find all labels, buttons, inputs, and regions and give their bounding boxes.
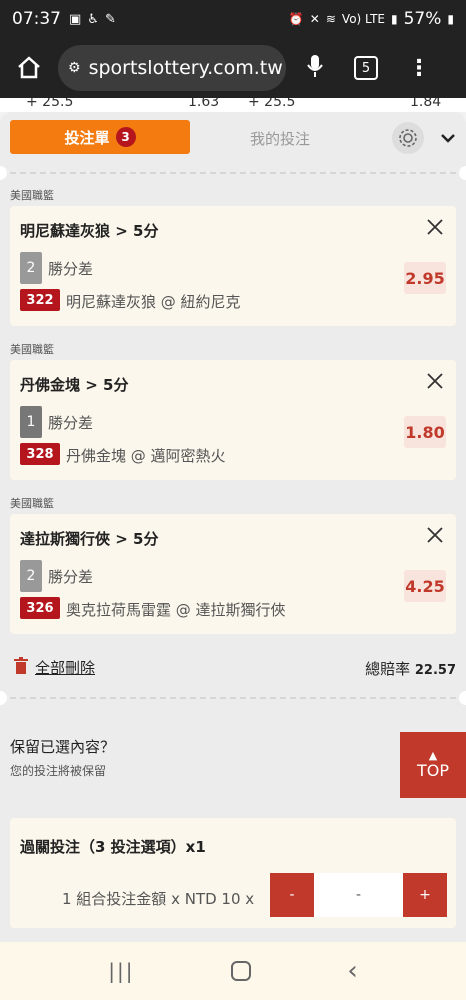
back-to-top-label: TOP	[416, 760, 449, 780]
tab-bet-slip[interactable]: 投注單 3	[10, 120, 190, 154]
keep-selections-section: 保留已選內容？ 您的投注將被保留	[0, 720, 466, 800]
match-label: 丹佛金塊 @ 邁阿密熱火	[66, 447, 226, 465]
home-button-icon[interactable]	[230, 961, 251, 981]
peek-right-value: 1.84	[410, 98, 442, 110]
parlay-amount-label: 1 組合投注金額 x NTD 10 x	[62, 890, 255, 908]
match-label: 明尼蘇達灰狼 @ 紐約尼克	[66, 293, 241, 311]
battery-percent: 57%	[403, 9, 442, 29]
peek-left-value: 1.63	[188, 98, 220, 110]
stake-stepper: - - +	[270, 873, 447, 917]
ticket-notch	[0, 691, 7, 705]
peek-right: + 25.5	[248, 98, 296, 110]
divider	[0, 697, 466, 699]
status-left-icons: ▣ ♿ ✎	[69, 12, 116, 27]
status-right: ⏰ ✕ ≋ Vo) LTE ▮ 57% ▮	[289, 9, 454, 29]
trash-icon[interactable]	[14, 657, 28, 675]
accessibility-icon: ♿	[87, 11, 99, 27]
microphone-icon[interactable]	[306, 53, 324, 83]
back-icon[interactable]: ‹	[347, 956, 357, 986]
caret-up-icon: ▲	[428, 748, 438, 762]
battery-icon: ▮	[447, 12, 454, 26]
bet-card: 達拉斯獨行俠 > 5分 2 勝分差 326 奧克拉荷馬雷霆 @ 達拉斯獨行俠 4…	[10, 514, 456, 634]
bet-card: 丹佛金塊 > 5分 1 勝分差 328 丹佛金塊 @ 邁阿密熱火 1.80	[10, 360, 456, 480]
bet-selection-title: 明尼蘇達灰狼 > 5分	[20, 222, 159, 240]
league-label: 美國職籃	[10, 189, 54, 202]
keep-selections-subtext: 您的投注將被保留	[10, 764, 107, 778]
bet-num-box: 1	[20, 406, 42, 438]
network-label: Vo) LTE	[341, 12, 385, 26]
wrench-icon: ✎	[104, 11, 116, 27]
recents-icon[interactable]: |||	[108, 959, 134, 983]
parlay-title: 過關投注（3 投注選項）x1	[20, 838, 206, 856]
wifi-icon: ≋	[325, 12, 336, 26]
match-label: 奧克拉荷馬雷霆 @ 達拉斯獨行俠	[66, 601, 286, 619]
game-code-badge: 328	[20, 443, 60, 465]
url-text: sportslottery.com.tw	[88, 57, 283, 79]
stake-input[interactable]: -	[314, 873, 403, 917]
close-icon[interactable]	[426, 372, 444, 390]
bet-type: 勝分差	[48, 260, 94, 278]
peek-left: + 25.5	[26, 98, 74, 110]
total-odds: 總賠率 22.57	[365, 658, 456, 679]
bet-num-box: 2	[20, 252, 42, 284]
bet-selection-title: 達拉斯獨行俠 > 5分	[20, 530, 159, 548]
overflow-menu-icon[interactable]: ⋮	[408, 56, 430, 81]
slip-summary-row: 全部刪除 總賠率 22.57	[0, 649, 466, 685]
bet-card: 明尼蘇達灰狼 > 5分 2 勝分差 322 明尼蘇達灰狼 @ 紐約尼克 2.95	[10, 206, 456, 326]
increment-button[interactable]: +	[403, 873, 447, 917]
bet-num-box: 2	[20, 560, 42, 592]
keep-selections-question[interactable]: 保留已選內容？	[10, 736, 115, 757]
game-code-badge: 322	[20, 289, 60, 311]
gallery-icon: ▣	[69, 11, 82, 27]
bet-selection-title: 丹佛金塊 > 5分	[20, 376, 129, 394]
total-odds-value: 22.57	[414, 663, 456, 678]
system-nav-bar: ||| ‹	[0, 942, 466, 1000]
home-icon[interactable]	[12, 51, 46, 85]
status-time: 07:37	[12, 9, 61, 29]
game-code-badge: 326	[20, 597, 60, 619]
decrement-button[interactable]: -	[270, 873, 314, 917]
chevron-down-icon[interactable]	[436, 126, 460, 150]
ticket-notch	[0, 166, 7, 180]
background-page-peek: + 25.5 1.63 + 25.5 1.84	[0, 98, 466, 112]
bet-slip-tabs: 投注單 3 我的投注	[0, 112, 466, 166]
site-settings-icon[interactable]: ⚙	[68, 60, 81, 76]
status-bar: 07:37 ▣ ♿ ✎ ⏰ ✕ ≋ Vo) LTE ▮ 57% ▮	[0, 0, 466, 38]
browser-toolbar: ⚙ sportslottery.com.tw 5 ⋮	[0, 38, 466, 98]
bet-type: 勝分差	[48, 414, 94, 432]
gear-icon[interactable]	[392, 122, 424, 154]
bet-slip-panel: 投注單 3 我的投注 美國職籃 明尼蘇達灰狼 > 5分 2 勝分差 322 明尼…	[0, 112, 466, 942]
odds-badge: 4.25	[404, 570, 446, 602]
close-icon[interactable]	[426, 526, 444, 544]
back-to-top-button[interactable]: ▲ TOP	[400, 732, 466, 798]
bet-type: 勝分差	[48, 568, 94, 586]
alarm-icon: ⏰	[288, 12, 304, 26]
delete-all-button[interactable]: 全部刪除	[35, 657, 95, 678]
tab-switcher-button[interactable]: 5	[354, 56, 378, 80]
odds-badge: 2.95	[404, 262, 446, 294]
tab-my-bets[interactable]: 我的投注	[250, 128, 310, 149]
parlay-card: 過關投注（3 投注選項）x1 1 組合投注金額 x NTD 10 x - - +	[10, 818, 456, 928]
bet-count-badge: 3	[115, 127, 136, 147]
divider	[0, 172, 466, 174]
league-label: 美國職籃	[10, 497, 54, 510]
league-label: 美國職籃	[10, 343, 54, 356]
ticket-notch	[459, 166, 466, 180]
address-bar[interactable]: ⚙ sportslottery.com.tw	[58, 45, 286, 91]
signal-icon: ▮	[390, 12, 398, 26]
total-odds-label: 總賠率	[365, 660, 411, 678]
ticket-notch	[459, 691, 466, 705]
close-icon[interactable]	[426, 218, 444, 236]
tab-bet-slip-label: 投注單	[64, 128, 110, 147]
mute-icon: ✕	[309, 12, 320, 26]
odds-badge: 1.80	[404, 416, 446, 448]
